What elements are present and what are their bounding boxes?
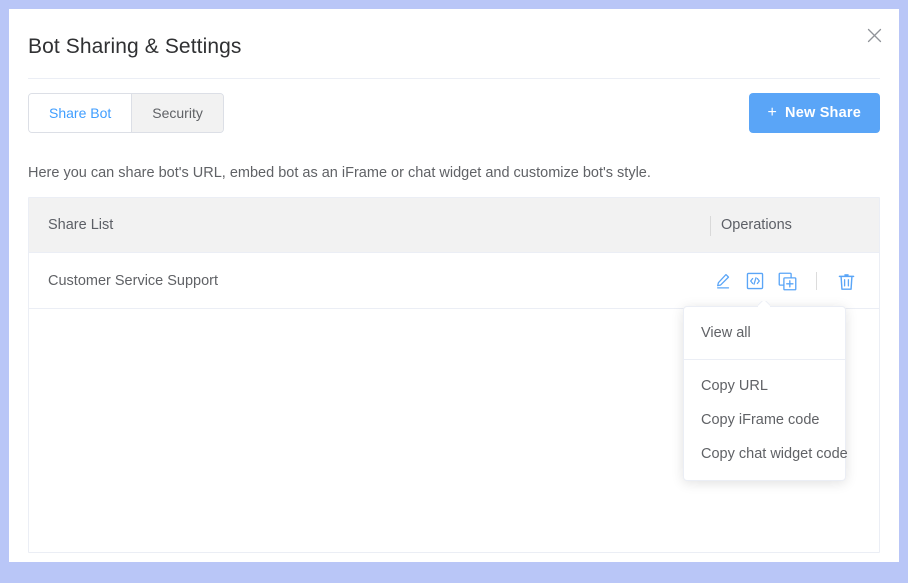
- dropdown-group-copy: Copy URL Copy iFrame code Copy chat widg…: [684, 360, 845, 480]
- new-share-label: New Share: [785, 105, 861, 121]
- column-header-operations: Operations: [721, 198, 792, 253]
- delete-icon[interactable]: [830, 266, 862, 296]
- dropdown-caret-icon: [758, 301, 770, 307]
- row-actions: [707, 253, 862, 309]
- edit-icon[interactable]: [707, 266, 739, 296]
- duplicate-add-icon[interactable]: [771, 266, 803, 296]
- dropdown-group-view: View all: [684, 307, 845, 360]
- toolbar: Share Bot Security + New Share: [9, 93, 899, 141]
- menu-item-copy-chat-widget-code[interactable]: Copy chat widget code: [684, 437, 845, 471]
- column-header-share-list: Share List: [48, 198, 113, 253]
- table-row: Customer Service Support: [29, 253, 879, 309]
- plus-icon: +: [768, 105, 778, 121]
- menu-item-copy-url[interactable]: Copy URL: [684, 369, 845, 403]
- share-actions-dropdown: View all Copy URL Copy iFrame code Copy …: [683, 306, 846, 481]
- header-divider: [28, 78, 880, 79]
- app-frame: Bot Sharing & Settings Share Bot Securit…: [0, 0, 908, 583]
- table-header: Share List Operations: [29, 198, 879, 253]
- menu-item-copy-iframe-code[interactable]: Copy iFrame code: [684, 403, 845, 437]
- column-divider: [710, 216, 711, 236]
- tab-share-bot[interactable]: Share Bot: [29, 94, 132, 132]
- description-text: Here you can share bot's URL, embed bot …: [28, 165, 651, 181]
- close-icon[interactable]: [862, 23, 886, 47]
- page-title: Bot Sharing & Settings: [28, 35, 242, 59]
- tab-security[interactable]: Security: [132, 94, 223, 132]
- dialog-header: Bot Sharing & Settings: [9, 9, 899, 78]
- share-name: Customer Service Support: [48, 253, 218, 309]
- action-divider: [816, 272, 817, 290]
- code-icon[interactable]: [739, 266, 771, 296]
- new-share-button[interactable]: + New Share: [749, 93, 881, 133]
- tab-group: Share Bot Security: [28, 93, 224, 133]
- bot-sharing-dialog: Bot Sharing & Settings Share Bot Securit…: [9, 9, 899, 562]
- menu-item-view-all[interactable]: View all: [684, 316, 845, 350]
